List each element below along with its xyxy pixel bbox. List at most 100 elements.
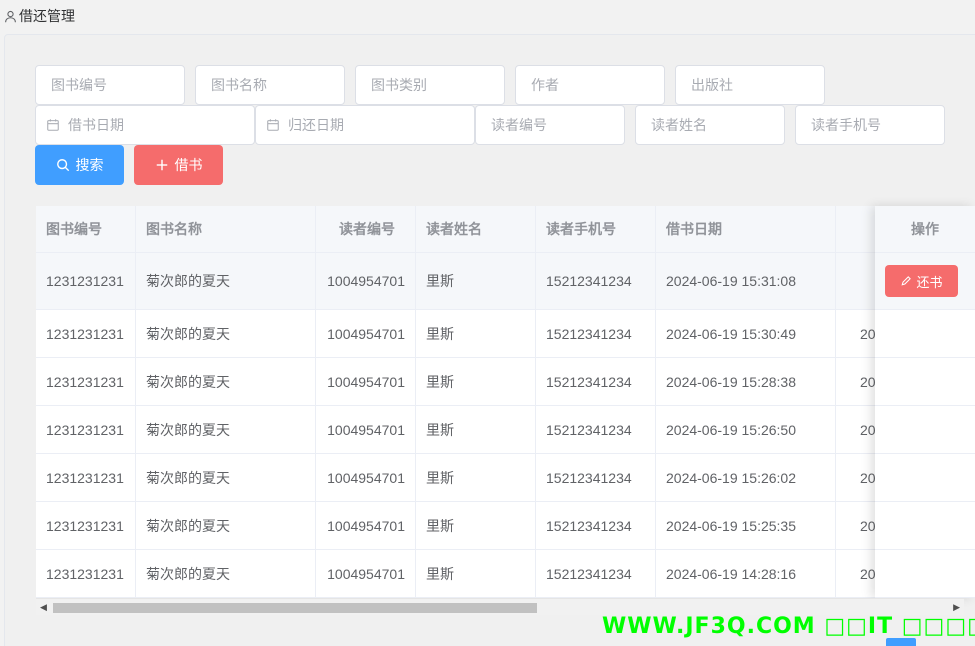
book-category-placeholder: 图书类别 xyxy=(371,77,427,93)
table-cell: 1004954701 xyxy=(316,550,416,597)
plus-icon xyxy=(156,159,167,171)
table-cell: 1231231231 xyxy=(36,406,136,453)
table-cell: 15212341234 xyxy=(536,310,656,357)
table-cell: 15212341234 xyxy=(536,454,656,501)
table-row[interactable]: 1231231231 菊次郎的夏天 1004954701 里斯 15212341234 2… xyxy=(36,253,975,310)
table-cell: 菊次郎的夏天 xyxy=(136,406,316,453)
watermark-text: WWW.JF3Q.COM □□IT □□□□ xyxy=(602,614,975,639)
column-header[interactable]: 读者姓名 xyxy=(416,206,536,252)
table-cell: 里斯 xyxy=(416,502,536,549)
action-cell xyxy=(875,502,975,550)
search-button-label: 搜索 xyxy=(75,157,104,173)
table-cell: 15212341234 xyxy=(536,253,656,309)
column-header[interactable]: 图书名称 xyxy=(136,206,316,252)
book-id-input[interactable]: 图书编号 xyxy=(35,65,185,105)
table-cell: 2024-06-19 14:28:16 xyxy=(656,550,836,597)
table-cell: 1004954701 xyxy=(316,310,416,357)
table-cell: 1231231231 xyxy=(36,358,136,405)
table-cell: 15212341234 xyxy=(536,406,656,453)
publisher-placeholder: 出版社 xyxy=(691,77,733,93)
table-row[interactable]: 1231231231 菊次郎的夏天 1004954701 里斯 15212341234 2… xyxy=(36,502,975,550)
reader-name-input[interactable]: 读者姓名 xyxy=(635,105,785,145)
table-cell: 1231231231 xyxy=(36,502,136,549)
book-id-placeholder: 图书编号 xyxy=(51,77,107,93)
table-cell: 1004954701 xyxy=(316,406,416,453)
table-cell: 里斯 xyxy=(416,406,536,453)
action-column-header: 操作 xyxy=(875,206,975,253)
column-header[interactable]: 借书日期 xyxy=(656,206,836,252)
table-cell: 菊次郎的夏天 xyxy=(136,454,316,501)
horizontal-scrollbar[interactable]: ◀ ▶ xyxy=(36,598,964,615)
column-header[interactable]: 读者手机号 xyxy=(536,206,656,252)
book-category-input[interactable]: 图书类别 xyxy=(355,65,505,105)
borrow-button[interactable]: 借书 xyxy=(134,145,223,185)
book-name-input[interactable]: 图书名称 xyxy=(195,65,345,105)
reader-phone-input[interactable]: 读者手机号 xyxy=(795,105,945,145)
return-button[interactable]: 还书 xyxy=(885,265,958,297)
table-row[interactable]: 1231231231 菊次郎的夏天 1004954701 里斯 15212341234 2… xyxy=(36,358,975,406)
pagination-current-page[interactable] xyxy=(886,638,916,646)
action-column: 操作 还书 xyxy=(875,206,975,598)
table-cell: 里斯 xyxy=(416,310,536,357)
action-cell xyxy=(875,550,975,598)
table-cell: 菊次郎的夏天 xyxy=(136,253,316,309)
scroll-right-icon[interactable]: ▶ xyxy=(953,602,960,613)
table-cell: 1231231231 xyxy=(36,310,136,357)
scroll-left-icon[interactable]: ◀ xyxy=(40,602,47,613)
table-cell: 1231231231 xyxy=(36,454,136,501)
table-cell: 里斯 xyxy=(416,454,536,501)
table-cell: 15212341234 xyxy=(536,502,656,549)
table-cell: 2024-06-19 15:31:08 xyxy=(656,253,836,309)
search-button[interactable]: 搜索 xyxy=(35,145,124,185)
action-cell xyxy=(875,406,975,454)
borrow-records-table: 图书编号 图书名称 读者编号 读者姓名 读者手机号 借书日期 123123123… xyxy=(36,206,975,598)
return-date-picker[interactable]: 归还日期 xyxy=(255,105,475,145)
author-placeholder: 作者 xyxy=(531,77,559,93)
edit-icon xyxy=(901,276,912,286)
book-name-placeholder: 图书名称 xyxy=(211,77,267,93)
publisher-input[interactable]: 出版社 xyxy=(675,65,825,105)
table-cell: 菊次郎的夏天 xyxy=(136,358,316,405)
borrow-date-picker[interactable]: 借书日期 xyxy=(35,105,255,145)
action-cell: 还书 xyxy=(875,253,975,310)
search-icon xyxy=(56,159,69,172)
table-cell: 2024-06-19 15:25:35 xyxy=(656,502,836,549)
page-title-bar: 借还管理 xyxy=(4,6,75,26)
table-row[interactable]: 1231231231 菊次郎的夏天 1004954701 里斯 15212341234 2… xyxy=(36,310,975,358)
reader-id-placeholder: 读者编号 xyxy=(491,117,547,133)
action-cell xyxy=(875,358,975,406)
table-row[interactable]: 1231231231 菊次郎的夏天 1004954701 里斯 15212341234 2… xyxy=(36,550,975,598)
table-row[interactable]: 1231231231 菊次郎的夏天 1004954701 里斯 15212341234 2… xyxy=(36,406,975,454)
table-cell: 1231231231 xyxy=(36,550,136,597)
return-button-label: 还书 xyxy=(916,274,943,290)
calendar-icon xyxy=(267,119,279,131)
table-cell: 里斯 xyxy=(416,550,536,597)
calendar-icon xyxy=(47,119,59,131)
table-cell: 菊次郎的夏天 xyxy=(136,550,316,597)
table-cell: 2024-06-19 15:30:49 xyxy=(656,310,836,357)
table-cell: 菊次郎的夏天 xyxy=(136,310,316,357)
action-cell xyxy=(875,454,975,502)
column-header[interactable]: 读者编号 xyxy=(316,206,416,252)
table-cell: 15212341234 xyxy=(536,550,656,597)
table-cell: 里斯 xyxy=(416,358,536,405)
scrollbar-thumb[interactable] xyxy=(53,603,537,613)
borrow-button-label: 借书 xyxy=(174,157,203,173)
reader-id-input[interactable]: 读者编号 xyxy=(475,105,625,145)
table-cell: 2024-06-19 15:28:38 xyxy=(656,358,836,405)
table-cell: 里斯 xyxy=(416,253,536,309)
column-header[interactable]: 图书编号 xyxy=(36,206,136,252)
table-row[interactable]: 1231231231 菊次郎的夏天 1004954701 里斯 15212341234 2… xyxy=(36,454,975,502)
table-cell: 2024-06-19 15:26:50 xyxy=(656,406,836,453)
table-cell: 1231231231 xyxy=(36,253,136,309)
borrow-date-placeholder: 借书日期 xyxy=(68,117,124,133)
table-cell: 2024-06-19 15:26:02 xyxy=(656,454,836,501)
table-cell: 1004954701 xyxy=(316,502,416,549)
reader-name-placeholder: 读者姓名 xyxy=(651,117,707,133)
author-input[interactable]: 作者 xyxy=(515,65,665,105)
user-icon xyxy=(5,10,16,22)
table-cell: 1004954701 xyxy=(316,253,416,309)
return-date-placeholder: 归还日期 xyxy=(288,117,344,133)
reader-phone-placeholder: 读者手机号 xyxy=(811,117,881,133)
table-header: 图书编号 图书名称 读者编号 读者姓名 读者手机号 借书日期 xyxy=(36,206,975,253)
